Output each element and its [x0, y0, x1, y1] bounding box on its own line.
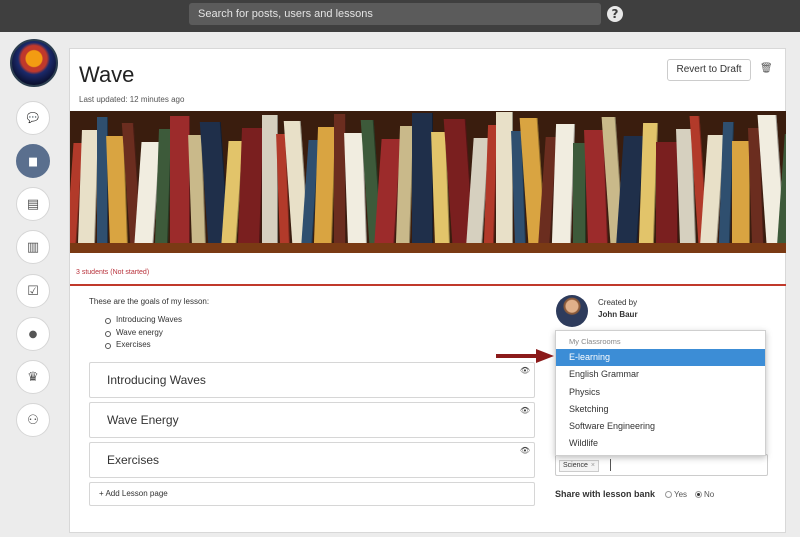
goal-item: Introducing Waves [105, 315, 182, 328]
checkbox-icon[interactable]: ☑ [16, 274, 50, 308]
classroom-option[interactable]: E-learning [556, 349, 765, 367]
lesson-banner-image [70, 111, 786, 253]
revert-to-draft-button[interactable]: Revert to Draft [667, 59, 751, 81]
lesson-panel: Wave Last updated: 12 minutes ago Revert… [69, 48, 786, 533]
folder-icon[interactable]: ▆ [16, 144, 50, 178]
trophy-icon[interactable]: ♛ [16, 360, 50, 394]
tag-remove-icon[interactable]: × [591, 462, 595, 469]
help-icon[interactable]: ? [607, 6, 623, 22]
text-cursor [610, 459, 611, 471]
lesson-page-title: Exercises [107, 453, 160, 467]
classroom-option[interactable]: Software Engineering [556, 418, 765, 435]
lesson-page-card[interactable]: Wave Energy 👁 [89, 402, 535, 438]
banner-book [313, 127, 337, 243]
banner-book [551, 124, 576, 243]
share-no-radio[interactable]: No [695, 490, 714, 499]
eye-icon[interactable]: 👁 [520, 406, 530, 415]
classroom-option[interactable]: English Grammar [556, 366, 765, 383]
chat-icon[interactable]: 💬 [16, 101, 50, 135]
status-divider [70, 284, 786, 286]
banner-book [78, 130, 99, 243]
bar-chart-icon[interactable]: ▥ [16, 230, 50, 264]
group-icon[interactable]: ⚇ [16, 403, 50, 437]
annotation-arrow-icon [496, 349, 554, 363]
tag-label: Science [563, 462, 588, 469]
classroom-option[interactable]: Physics [556, 384, 765, 401]
dropdown-header: My Classrooms [569, 337, 621, 346]
goals-intro: These are the goals of my lesson: [89, 297, 210, 306]
goals-list: Introducing Waves Wave energy Exercises [105, 315, 182, 353]
search-input[interactable]: Search for posts, users and lessons [189, 3, 601, 25]
banner-book [412, 113, 433, 243]
radio-icon[interactable] [665, 491, 672, 498]
lesson-page-title: Wave Energy [107, 413, 179, 427]
radio-checked-icon[interactable] [695, 491, 702, 498]
classroom-option[interactable]: Wildlife [556, 435, 765, 452]
tag-chip: Science × [559, 460, 599, 472]
user-avatar[interactable] [10, 39, 58, 87]
share-label: Share with lesson bank [555, 489, 656, 499]
eye-icon[interactable]: 👁 [520, 446, 530, 455]
banner-book [656, 142, 678, 243]
newspaper-icon[interactable]: ▤ [16, 187, 50, 221]
goal-item: Wave energy [105, 328, 182, 341]
trash-icon[interactable]: 🗑 [760, 63, 773, 74]
author-avatar [556, 295, 588, 327]
share-yes-radio[interactable]: Yes [665, 490, 687, 499]
students-status[interactable]: 3 students (Not started) [76, 269, 149, 276]
lesson-page-title: Introducing Waves [107, 373, 206, 387]
author-name[interactable]: John Baur [598, 310, 638, 319]
user-icon[interactable]: ● [16, 317, 50, 351]
eye-icon[interactable]: 👁 [520, 366, 530, 375]
radio-label: No [704, 490, 715, 499]
lesson-page-card[interactable]: Exercises 👁 [89, 442, 535, 478]
add-lesson-page-button[interactable]: + Add Lesson page [89, 482, 535, 506]
classroom-option[interactable]: Sketching [556, 401, 765, 418]
goal-item: Exercises [105, 340, 182, 353]
last-updated: Last updated: 12 minutes ago [79, 95, 185, 104]
top-bar: Search for posts, users and lessons ? [0, 0, 800, 32]
banner-shelf [70, 243, 786, 253]
created-by-label: Created by [598, 298, 638, 307]
banner-book [170, 116, 190, 243]
tags-input[interactable]: Science × [555, 454, 768, 476]
banner-book [237, 128, 265, 243]
banner-book [732, 141, 750, 243]
lesson-title: Wave [79, 62, 135, 87]
classroom-dropdown[interactable]: My Classrooms E-learning English Grammar… [555, 330, 766, 456]
lesson-page-card[interactable]: Introducing Waves 👁 [89, 362, 535, 398]
radio-label: Yes [674, 490, 688, 499]
